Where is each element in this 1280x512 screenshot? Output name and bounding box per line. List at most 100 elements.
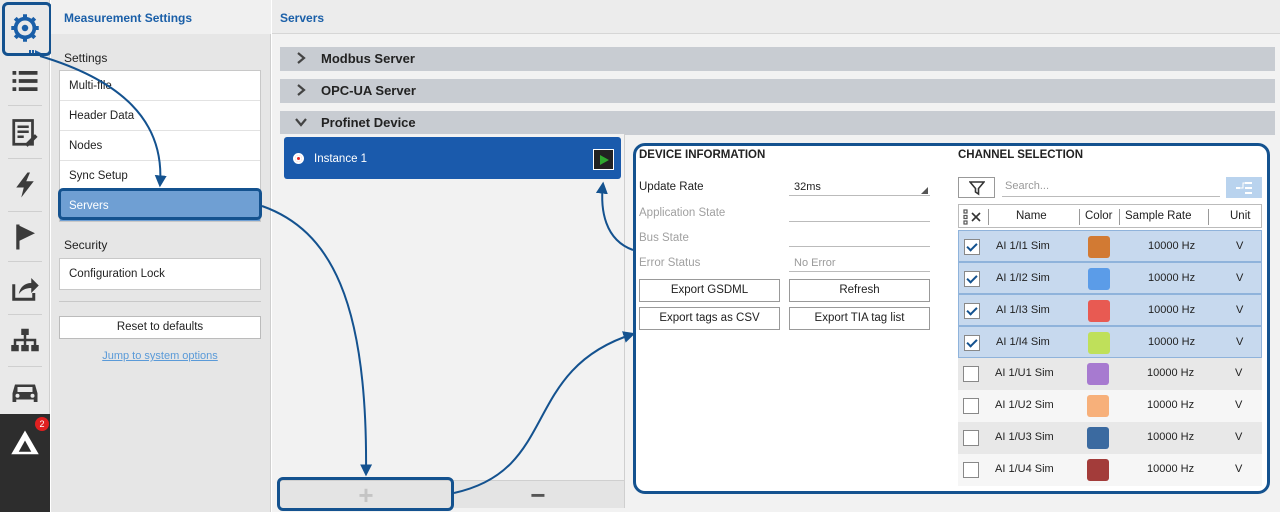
- channel-name: AI 1/I1 Sim: [996, 240, 1050, 252]
- channel-name: AI 1/I2 Sim: [996, 272, 1050, 284]
- instance-list-panel: Instance 1 + −: [280, 134, 624, 510]
- instance-row[interactable]: Instance 1: [284, 137, 621, 179]
- rail-separator: [8, 105, 42, 106]
- channel-checkbox[interactable]: [964, 335, 980, 351]
- table-row[interactable]: AI 1/I4 Sim 10000 Hz V: [958, 326, 1262, 358]
- checkmark-icon: [966, 272, 978, 284]
- checkmark-icon: [966, 240, 978, 252]
- table-row[interactable]: AI 1/U1 Sim 10000 Hz V: [958, 358, 1262, 390]
- vehicle-button[interactable]: [0, 370, 50, 414]
- column-separator: [1079, 209, 1080, 225]
- channel-color-swatch[interactable]: [1087, 459, 1109, 481]
- checkmark-icon: [966, 304, 978, 316]
- section-label: Profinet Device: [321, 115, 416, 130]
- table-row[interactable]: AI 1/I3 Sim 10000 Hz V: [958, 294, 1262, 326]
- network-icon: [11, 328, 39, 352]
- start-instance-button[interactable]: [593, 149, 614, 170]
- channel-name: AI 1/U4 Sim: [995, 463, 1054, 475]
- channel-checkbox[interactable]: [964, 303, 980, 319]
- export-tia-tag-list-button[interactable]: Export TIA tag list: [789, 307, 930, 330]
- channel-color-swatch[interactable]: [1088, 268, 1110, 290]
- servers-highlight-outline: [58, 188, 262, 220]
- reset-to-defaults-button[interactable]: Reset to defaults: [59, 316, 261, 339]
- channel-checkbox[interactable]: [963, 398, 979, 414]
- channel-color-swatch[interactable]: [1087, 395, 1109, 417]
- chevron-right-icon: [297, 52, 306, 64]
- channel-unit: V: [1235, 399, 1243, 411]
- filter-icon: [968, 180, 985, 195]
- panel-divider: [624, 134, 625, 508]
- channel-sample-rate: 10000 Hz: [1147, 399, 1195, 411]
- settings-panel: Measurement Settings Settings Multi-file…: [51, 0, 271, 512]
- export-button[interactable]: [0, 266, 50, 310]
- channel-color-swatch[interactable]: [1088, 236, 1110, 258]
- channel-checkbox[interactable]: [964, 271, 980, 287]
- security-section-label: Security: [64, 238, 108, 252]
- security-menu: Configuration Lock: [59, 258, 261, 290]
- rail-separator: [8, 158, 42, 159]
- channel-list-button[interactable]: [0, 59, 50, 103]
- channel-search-input[interactable]: Search...: [1002, 180, 1220, 197]
- channel-color-swatch[interactable]: [1088, 300, 1110, 322]
- channel-color-swatch[interactable]: [1088, 332, 1110, 354]
- channel-checkbox[interactable]: [964, 239, 980, 255]
- menu-item-header-data[interactable]: Header Data: [60, 101, 260, 131]
- filter-button[interactable]: [958, 177, 995, 198]
- table-row[interactable]: AI 1/U3 Sim 10000 Hz V: [958, 422, 1262, 454]
- channel-color-swatch[interactable]: [1087, 427, 1109, 449]
- export-tags-csv-button[interactable]: Export tags as CSV: [639, 307, 780, 330]
- table-row[interactable]: AI 1/U4 Sim 10000 Hz V: [958, 454, 1262, 486]
- channel-color-swatch[interactable]: [1087, 363, 1109, 385]
- clear-selection-icon: [963, 209, 981, 225]
- section-opc-ua-server[interactable]: OPC-UA Server: [280, 79, 1275, 103]
- export-gsdml-button[interactable]: Export GSDML: [639, 279, 780, 302]
- menu-item-configuration-lock[interactable]: Configuration Lock: [60, 259, 260, 289]
- flag-icon: [16, 224, 35, 250]
- channel-unit: V: [1235, 367, 1243, 379]
- table-row[interactable]: AI 1/I2 Sim 10000 Hz V: [958, 262, 1262, 294]
- network-button[interactable]: [0, 318, 50, 362]
- column-header-unit[interactable]: Unit: [1230, 210, 1250, 222]
- bus-state-value: [789, 232, 930, 247]
- clear-selection-button[interactable]: [963, 209, 985, 228]
- column-header-color[interactable]: Color: [1085, 210, 1112, 222]
- channel-name: AI 1/U2 Sim: [995, 399, 1054, 411]
- rail-separator: [8, 314, 42, 315]
- report-button[interactable]: [0, 111, 50, 155]
- status-dot-icon: [293, 153, 304, 164]
- device-information-title: DEVICE INFORMATION: [639, 149, 766, 161]
- update-rate-value: 32ms: [794, 181, 821, 193]
- marker-button[interactable]: [0, 215, 50, 259]
- jump-to-system-options-link[interactable]: Jump to system options: [59, 350, 261, 362]
- channel-sample-rate: 10000 Hz: [1148, 336, 1196, 348]
- refresh-button[interactable]: Refresh: [789, 279, 930, 302]
- update-rate-dropdown[interactable]: 32ms: [789, 181, 930, 196]
- channel-checkbox[interactable]: [963, 462, 979, 478]
- channel-name: AI 1/I4 Sim: [996, 336, 1050, 348]
- section-profinet-device[interactable]: Profinet Device: [280, 111, 1275, 135]
- channel-unit: V: [1236, 336, 1244, 348]
- channel-checkbox[interactable]: [963, 430, 979, 446]
- channel-unit: V: [1235, 431, 1243, 443]
- menu-item-nodes[interactable]: Nodes: [60, 131, 260, 161]
- tree-view-button[interactable]: [1226, 177, 1262, 198]
- trigger-button[interactable]: [0, 163, 50, 207]
- section-modbus-server[interactable]: Modbus Server: [280, 47, 1275, 71]
- table-row[interactable]: AI 1/I1 Sim 10000 Hz V: [958, 230, 1262, 262]
- lightning-icon: [16, 172, 34, 198]
- column-header-name[interactable]: Name: [1016, 210, 1047, 222]
- table-row[interactable]: AI 1/U2 Sim 10000 Hz V: [958, 390, 1262, 422]
- menu-item-sync-setup[interactable]: Sync Setup: [60, 161, 260, 191]
- rail-separator: [8, 366, 42, 367]
- channel-name: AI 1/U1 Sim: [995, 367, 1054, 379]
- menu-item-multi-file[interactable]: Multi-file: [60, 71, 260, 101]
- column-header-sample-rate[interactable]: Sample Rate: [1125, 210, 1191, 222]
- channel-name: AI 1/U3 Sim: [995, 431, 1054, 443]
- chevron-down-icon: [295, 118, 307, 127]
- icon-rail: 2: [0, 0, 52, 512]
- column-separator: [988, 209, 989, 225]
- remove-instance-button[interactable]: −: [452, 480, 624, 510]
- update-rate-label: Update Rate: [639, 181, 704, 193]
- channel-sample-rate: 10000 Hz: [1148, 272, 1196, 284]
- channel-checkbox[interactable]: [963, 366, 979, 382]
